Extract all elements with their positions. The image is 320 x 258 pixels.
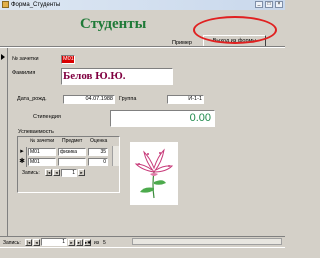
record-selector[interactable] bbox=[0, 48, 8, 236]
current-record-icon bbox=[1, 54, 5, 60]
highlight-ellipse bbox=[193, 16, 277, 44]
next-record-icon[interactable]: ▸ bbox=[68, 239, 75, 246]
birthdate-label: Дата_рожд. bbox=[17, 96, 47, 102]
column-header-zachetka[interactable]: № зачетки bbox=[30, 138, 54, 145]
subform-header: № зачетки Предмет Оценка bbox=[18, 137, 119, 146]
form-detail: № зачетки М01 Фамилия Белов Ю.Ю. Дата_ро… bbox=[0, 48, 285, 236]
window-title: Форма_Студенты bbox=[11, 2, 61, 8]
new-record-icon[interactable]: ▸✱ bbox=[84, 239, 91, 246]
previous-record-icon[interactable]: ◂ bbox=[33, 239, 40, 246]
subform-nav-label: Запись: bbox=[22, 170, 40, 176]
subform-row[interactable]: ✱ М01 0 bbox=[18, 157, 119, 167]
close-button[interactable]: × bbox=[275, 1, 283, 8]
status-bar bbox=[0, 247, 285, 258]
cell-ocenka[interactable]: 35 bbox=[88, 148, 108, 156]
total-records: 5 bbox=[103, 240, 106, 246]
zachetka-label: № зачетки bbox=[12, 56, 39, 62]
zachetka-field[interactable]: М01 bbox=[61, 55, 75, 64]
subform-title: Успеваемость bbox=[18, 129, 54, 135]
main-nav-label: Запись: bbox=[3, 240, 21, 246]
column-header-predmet[interactable]: Предмет bbox=[62, 138, 82, 145]
subform-row[interactable]: ▸ М01 физика 35 bbox=[18, 147, 119, 157]
next-record-icon[interactable]: ▸ bbox=[78, 169, 85, 176]
cell-ocenka[interactable]: 0 bbox=[88, 158, 108, 166]
stipend-field[interactable]: 0.00 bbox=[110, 110, 215, 127]
group-field[interactable]: И-1-1 bbox=[167, 95, 204, 104]
flower-icon bbox=[134, 148, 174, 199]
familia-field[interactable]: Белов Ю.Ю. bbox=[61, 68, 173, 85]
cell-predmet[interactable] bbox=[58, 158, 86, 166]
maximize-button[interactable]: □ bbox=[265, 1, 273, 8]
birthdate-field[interactable]: 04.07.1988 bbox=[63, 95, 115, 104]
form-icon bbox=[2, 1, 9, 8]
row-selector[interactable]: ▸ bbox=[18, 147, 27, 157]
cell-zachetka[interactable]: М01 bbox=[28, 148, 56, 156]
of-label: из bbox=[94, 240, 100, 246]
previous-record-icon[interactable]: ◂ bbox=[53, 169, 60, 176]
column-header-ocenka[interactable]: Оценка bbox=[90, 138, 107, 145]
familia-label: Фамилия bbox=[12, 70, 36, 76]
new-row-selector[interactable]: ✱ bbox=[18, 157, 27, 167]
minimize-button[interactable]: _ bbox=[255, 1, 263, 8]
cell-predmet[interactable]: физика bbox=[58, 148, 86, 156]
main-record-number[interactable]: 1 bbox=[41, 238, 67, 246]
first-record-icon[interactable]: |◂ bbox=[45, 169, 52, 176]
subform-navigator: Запись: |◂ ◂ 1 ▸ bbox=[18, 168, 119, 178]
student-photo bbox=[130, 142, 178, 205]
first-record-icon[interactable]: |◂ bbox=[25, 239, 32, 246]
grades-subform: № зачетки Предмет Оценка ▸ М01 физика 35… bbox=[17, 136, 120, 193]
group-label: Группа bbox=[119, 96, 137, 102]
form-title: Студенты bbox=[80, 16, 147, 32]
cell-zachetka[interactable]: М01 bbox=[28, 158, 56, 166]
subform-record-number[interactable]: 1 bbox=[61, 169, 77, 177]
last-record-icon[interactable]: ▸| bbox=[76, 239, 83, 246]
horizontal-scrollbar[interactable] bbox=[132, 238, 282, 245]
stipend-label: Стипендия bbox=[33, 114, 61, 120]
subform-vertical-scrollbar[interactable] bbox=[112, 146, 119, 166]
